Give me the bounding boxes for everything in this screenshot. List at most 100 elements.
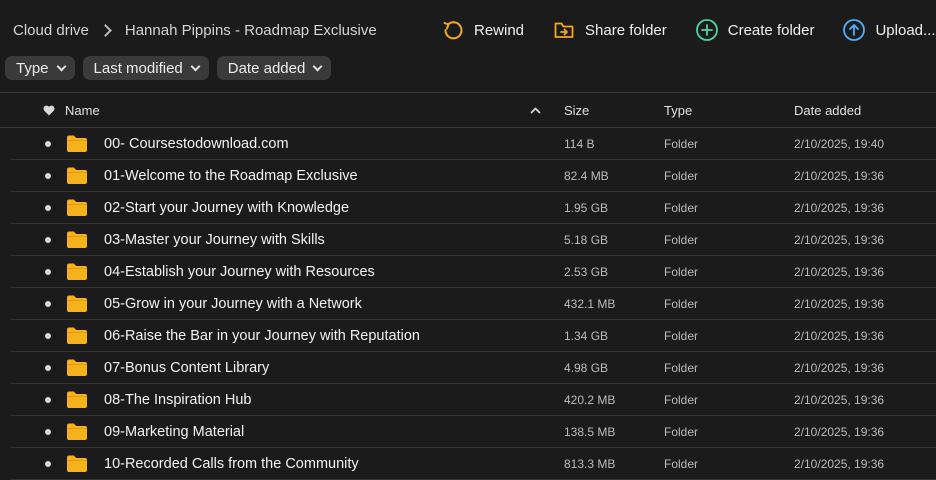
upload-button[interactable]: Upload... <box>842 18 936 42</box>
file-date-added: 2/10/2025, 19:36 <box>794 360 885 375</box>
folder-icon <box>67 128 87 159</box>
column-header-date-added[interactable]: Date added <box>794 93 861 127</box>
file-type: Folder <box>664 456 699 471</box>
file-date-added: 2/10/2025, 19:36 <box>794 424 885 439</box>
filter-last-modified[interactable]: Last modified <box>82 56 209 80</box>
file-name: 09-Marketing Material <box>104 423 245 440</box>
file-table: Name Size Type Date added 00- Coursestod… <box>0 92 936 480</box>
file-size: 4.98 GB <box>564 360 609 375</box>
folder-icon <box>67 224 87 255</box>
table-row[interactable]: 08-The Inspiration Hub 420.2 MB Folder 2… <box>11 384 936 416</box>
table-row[interactable]: 05-Grow in your Journey with a Network 4… <box>11 288 936 320</box>
create-folder-icon <box>695 18 719 42</box>
toolbar-actions: Rewind Share folder Create folder Upload… <box>441 18 936 42</box>
file-type: Folder <box>664 392 699 407</box>
row-dot <box>44 288 52 319</box>
table-body: 00- Coursestodownload.com 114 B Folder 2… <box>0 128 936 480</box>
file-date-added: 2/10/2025, 19:36 <box>794 296 885 311</box>
share-folder-button[interactable]: Share folder <box>552 18 667 42</box>
table-row[interactable]: 04-Establish your Journey with Resources… <box>11 256 936 288</box>
rewind-icon <box>441 18 465 42</box>
file-name: 01-Welcome to the Roadmap Exclusive <box>104 167 358 184</box>
table-row[interactable]: 06-Raise the Bar in your Journey with Re… <box>11 320 936 352</box>
folder-icon <box>67 352 87 383</box>
heart-icon <box>43 105 55 115</box>
folder-icon <box>67 448 87 479</box>
row-dot <box>44 128 52 159</box>
filter-type[interactable]: Type <box>5 56 75 80</box>
file-name: 08-The Inspiration Hub <box>104 391 252 408</box>
folder-icon <box>67 320 87 351</box>
breadcrumb-current[interactable]: Hannah Pippins - Roadmap Exclusive <box>125 22 377 39</box>
filter-date-added[interactable]: Date added <box>216 56 332 80</box>
breadcrumb-root[interactable]: Cloud drive <box>13 22 89 39</box>
table-row[interactable]: 03-Master your Journey with Skills 5.18 … <box>11 224 936 256</box>
filter-bar: Type Last modified Date added <box>5 56 339 80</box>
row-dot <box>44 320 52 351</box>
file-type: Folder <box>664 296 699 311</box>
file-name: 04-Establish your Journey with Resources <box>104 263 375 280</box>
filter-type-label: Type <box>16 59 49 77</box>
file-type: Folder <box>664 232 699 247</box>
row-dot <box>44 160 52 191</box>
breadcrumb: Cloud drive Hannah Pippins - Roadmap Exc… <box>13 22 377 39</box>
folder-icon <box>67 384 87 415</box>
chevron-down-icon <box>190 61 201 72</box>
rewind-button[interactable]: Rewind <box>441 18 524 42</box>
file-size: 82.4 MB <box>564 168 609 183</box>
file-type: Folder <box>664 200 699 215</box>
row-dot <box>44 384 52 415</box>
file-date-added: 2/10/2025, 19:40 <box>794 136 885 151</box>
file-size: 420.2 MB <box>564 392 616 407</box>
column-header-name[interactable]: Name <box>65 93 100 127</box>
file-name: 10-Recorded Calls from the Community <box>104 455 359 472</box>
file-type: Folder <box>664 424 699 439</box>
upload-icon <box>842 18 866 42</box>
table-row[interactable]: 09-Marketing Material 138.5 MB Folder 2/… <box>11 416 936 448</box>
file-size: 1.95 GB <box>564 200 609 215</box>
table-row[interactable]: 10-Recorded Calls from the Community 813… <box>11 448 936 480</box>
share-folder-label: Share folder <box>585 21 667 39</box>
chevron-down-icon <box>312 61 323 72</box>
folder-icon <box>67 256 87 287</box>
file-name: 07-Bonus Content Library <box>104 359 270 376</box>
chevron-down-icon <box>56 61 66 72</box>
column-header-type[interactable]: Type <box>664 93 692 127</box>
file-size: 5.18 GB <box>564 232 609 247</box>
table-row[interactable]: 02-Start your Journey with Knowledge 1.9… <box>11 192 936 224</box>
file-size: 432.1 MB <box>564 296 616 311</box>
folder-icon <box>67 416 87 447</box>
file-size: 114 B <box>564 136 595 151</box>
file-name: 06-Raise the Bar in your Journey with Re… <box>104 327 420 344</box>
file-type: Folder <box>664 168 699 183</box>
share-folder-icon <box>552 18 576 42</box>
filter-date-added-label: Date added <box>227 59 306 77</box>
table-row[interactable]: 07-Bonus Content Library 4.98 GB Folder … <box>11 352 936 384</box>
file-name: 02-Start your Journey with Knowledge <box>104 199 350 216</box>
row-dot <box>44 224 52 255</box>
file-name: 03-Master your Journey with Skills <box>104 231 325 248</box>
file-type: Folder <box>664 360 699 375</box>
column-header-size[interactable]: Size <box>564 93 589 127</box>
file-size: 813.3 MB <box>564 456 616 471</box>
file-name: 05-Grow in your Journey with a Network <box>104 295 362 312</box>
file-date-added: 2/10/2025, 19:36 <box>794 168 885 183</box>
filter-last-modified-label: Last modified <box>93 59 183 77</box>
table-row[interactable]: 01-Welcome to the Roadmap Exclusive 82.4… <box>11 160 936 192</box>
file-date-added: 2/10/2025, 19:36 <box>794 264 885 279</box>
create-folder-button[interactable]: Create folder <box>695 18 814 42</box>
row-dot <box>44 256 52 287</box>
row-dot <box>44 416 52 447</box>
file-name: 00- Coursestodownload.com <box>104 135 289 152</box>
favourite-column-header[interactable] <box>42 93 56 127</box>
file-size: 138.5 MB <box>564 424 616 439</box>
file-date-added: 2/10/2025, 19:36 <box>794 232 885 247</box>
file-size: 1.34 GB <box>564 328 609 343</box>
row-dot <box>44 192 52 223</box>
table-row[interactable]: 00- Coursestodownload.com 114 B Folder 2… <box>11 128 936 160</box>
file-date-added: 2/10/2025, 19:36 <box>794 392 885 407</box>
file-date-added: 2/10/2025, 19:36 <box>794 200 885 215</box>
folder-icon <box>67 160 87 191</box>
row-dot <box>44 448 52 479</box>
sort-ascending-icon[interactable] <box>530 93 541 127</box>
